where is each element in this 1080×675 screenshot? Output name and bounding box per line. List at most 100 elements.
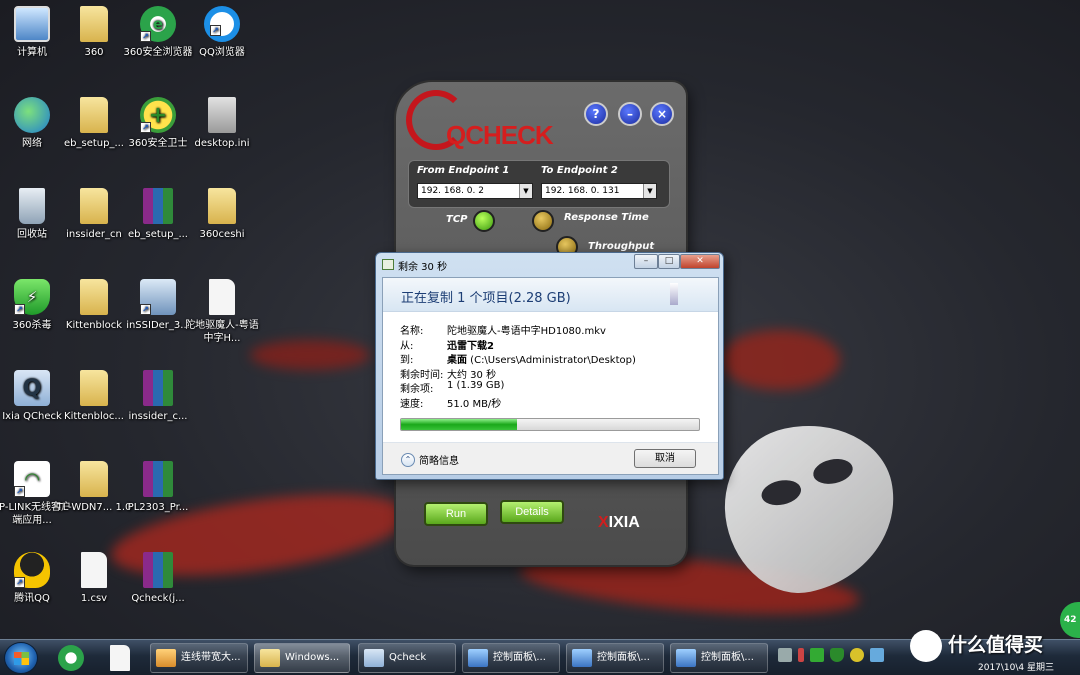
throughput-label: Throughput <box>588 241 655 252</box>
recycle-bin-icon <box>19 188 45 224</box>
taskbar-item[interactable]: 控制面板\... <box>670 643 768 673</box>
folder-icon <box>80 461 108 497</box>
response-time-label: Response Time <box>564 212 649 223</box>
security-360-icon: + ↗ <box>140 97 176 133</box>
wifi-client-icon: ◠ ↗ <box>14 461 50 497</box>
browser-360-icon: e ↗ <box>140 6 176 42</box>
archive-icon <box>143 461 173 497</box>
system-tray <box>778 648 884 662</box>
csv-file-icon <box>81 552 107 588</box>
dialog-footer: ⌃ 简略信息 取消 <box>383 442 718 474</box>
computer-icon <box>14 6 50 42</box>
paint-icon <box>156 649 176 667</box>
folder-icon <box>80 6 108 42</box>
video-file-icon <box>209 279 235 315</box>
wallpaper-splash <box>720 330 840 390</box>
qcheck-brand: QCHECK <box>446 120 554 150</box>
close-button[interactable]: ✕ <box>680 254 720 269</box>
response-time-radio[interactable] <box>532 210 554 232</box>
thermometer-icon[interactable] <box>798 648 804 662</box>
copy-progress-dialog[interactable]: 剩余 30 秒 – □ ✕ 正在复制 1 个项目(2.28 GB) 名称: 陀地驱… <box>375 252 724 480</box>
network-icon <box>14 97 50 133</box>
fewer-details-toggle[interactable]: ⌃ 简略信息 <box>401 452 459 467</box>
taskbar-item[interactable]: 控制面板\... <box>566 643 664 673</box>
desktop-icon[interactable]: desktop.ini <box>182 97 262 150</box>
archive-icon <box>143 370 173 406</box>
detail-row-time-left: 剩余时间: 大约 30 秒 <box>400 369 497 381</box>
archive-icon <box>143 552 173 588</box>
maximize-button[interactable]: □ <box>658 254 680 269</box>
clock[interactable]: 2017\10\4 星期三 <box>978 660 1054 673</box>
copy-details: 名称: 陀地驱魔人-粤语中字HD1080.mkv 从: 迅雷下载2 到: 桌面 (C:… <box>383 312 718 410</box>
to-endpoint-select[interactable]: 192. 168. 0. 131 ▼ <box>541 183 657 199</box>
detail-row-speed: 速度: 51.0 MB/秒 <box>400 398 502 410</box>
wallpaper-splash <box>250 340 370 370</box>
tray-plus-icon[interactable] <box>850 648 864 662</box>
antivirus-360-icon: ⚡ ↗ <box>14 279 50 315</box>
watermark-logo-icon <box>910 630 942 662</box>
folder-icon <box>80 370 108 406</box>
taskbar-item[interactable]: Windows... <box>254 643 350 673</box>
taskbar-item[interactable]: 控制面板\... <box>462 643 560 673</box>
network-icon[interactable] <box>870 648 884 662</box>
floating-badge[interactable]: 42 <box>1060 602 1080 638</box>
to-endpoint-label: To Endpoint 2 <box>541 165 618 176</box>
detail-row-to: 到: 桌面 (C:\Users\Administrator\Desktop) <box>400 355 636 366</box>
cancel-button[interactable]: 取消 <box>634 449 696 468</box>
qq-browser-icon: ↗ <box>204 6 240 42</box>
browser-360-icon[interactable] <box>58 645 84 671</box>
folder-icon <box>260 649 280 667</box>
desktop-icon[interactable]: inssider_c... <box>118 370 198 423</box>
taskbar-item[interactable]: Qcheck <box>358 643 456 673</box>
ixia-logo: XIXIA <box>598 514 640 531</box>
archive-icon <box>143 188 173 224</box>
document-icon[interactable] <box>110 645 130 671</box>
endpoint-panel: From Endpoint 1 To Endpoint 2 192. 168. … <box>408 160 670 208</box>
desktop-icon[interactable]: PL2303_Pr... <box>118 461 198 514</box>
details-button[interactable]: Details <box>500 500 564 524</box>
copy-window-icon <box>382 259 394 270</box>
folder-icon <box>80 279 108 315</box>
desktop-icon[interactable]: 360ceshi <box>182 188 262 241</box>
keyboard-icon[interactable] <box>778 648 792 662</box>
tcp-radio[interactable] <box>473 210 495 232</box>
progress-fill <box>401 419 518 430</box>
minimize-button[interactable]: – <box>618 102 642 126</box>
taskbar-item[interactable]: 连线带宽大... <box>150 643 248 673</box>
chevron-down-icon: ▼ <box>643 184 656 198</box>
qq-icon: ↗ <box>14 552 50 588</box>
ini-file-icon <box>208 97 236 133</box>
detail-row-from: 从: 迅雷下载2 <box>400 340 494 352</box>
dialog-body: 正在复制 1 个项目(2.28 GB) 名称: 陀地驱魔人-粤语中字HD1080.… <box>382 277 719 475</box>
chevron-down-icon: ▼ <box>519 184 532 198</box>
shield-icon[interactable] <box>830 648 844 662</box>
minimize-button[interactable]: – <box>634 254 658 269</box>
folder-icon <box>80 97 108 133</box>
run-button[interactable]: Run <box>424 502 488 526</box>
from-endpoint-select[interactable]: 192. 168. 0. 2 ▼ <box>417 183 533 199</box>
document-icon <box>670 283 678 305</box>
control-panel-icon <box>676 649 696 667</box>
start-button[interactable] <box>4 642 38 674</box>
close-button[interactable]: × <box>650 102 674 126</box>
help-button[interactable]: ? <box>584 102 608 126</box>
desktop-icon[interactable]: ↗ QQ浏览器 <box>182 6 262 59</box>
watermark-text: 什么值得买 <box>948 634 1044 656</box>
from-endpoint-label: From Endpoint 1 <box>417 165 510 176</box>
folder-icon <box>208 188 236 224</box>
chevron-up-icon: ⌃ <box>401 452 415 467</box>
control-panel-icon <box>572 649 592 667</box>
gpu-icon[interactable] <box>810 648 824 662</box>
copy-heading: 正在复制 1 个项目(2.28 GB) <box>383 278 718 312</box>
detail-row-items-left: 剩余项: 1 (1.39 GB) <box>400 380 505 395</box>
folder-icon <box>80 188 108 224</box>
copy-progress-bar <box>400 418 700 431</box>
qcheck-icon: Q <box>14 370 50 406</box>
detail-row-name: 名称: 陀地驱魔人-粤语中字HD1080.mkv <box>400 326 606 337</box>
desktop-icon[interactable]: 陀地驱魔人-粤语中字H... <box>182 279 262 345</box>
qcheck-icon <box>364 649 384 667</box>
windows-logo-icon <box>14 652 29 665</box>
dialog-title: 剩余 30 秒 <box>398 262 448 273</box>
control-panel-icon <box>468 649 488 667</box>
desktop-icon[interactable]: Qcheck(j... <box>118 552 198 605</box>
